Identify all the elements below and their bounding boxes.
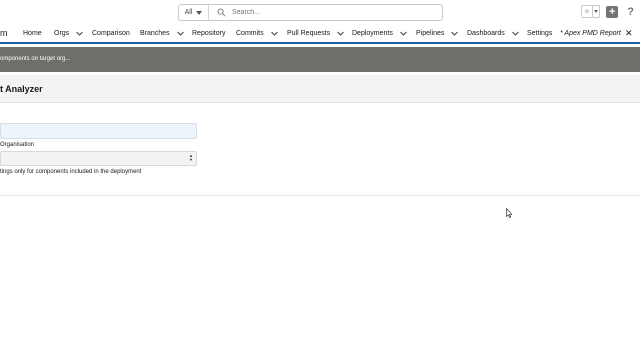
nav-item-repository[interactable]: Repository bbox=[192, 30, 225, 37]
nav-item-pull-requests[interactable]: Pull Requests bbox=[287, 30, 345, 37]
nav-item-comparison[interactable]: Comparison bbox=[92, 30, 130, 37]
search-icon bbox=[217, 8, 226, 17]
nav-item-commits[interactable]: Commits bbox=[236, 30, 278, 37]
chevron-down-icon[interactable] bbox=[270, 31, 278, 36]
app-navigation: m Home Orgs Comparison Branches Reposito… bbox=[0, 24, 640, 44]
chevron-down-icon[interactable] bbox=[511, 31, 519, 36]
nav-item-label: Pull Requests bbox=[287, 30, 331, 37]
nav-item-label: Comparison bbox=[92, 30, 130, 37]
nav-item-dashboards[interactable]: Dashboards bbox=[467, 30, 519, 37]
nav-item-label: Home bbox=[23, 30, 42, 37]
page-header: t Analyzer bbox=[0, 75, 640, 103]
global-actions-plus-icon[interactable]: + bbox=[606, 5, 619, 18]
chevron-down-icon[interactable] bbox=[176, 31, 184, 36]
banner-text: omponents on target org... bbox=[0, 56, 71, 62]
select-arrows-icon: ▲ ▼ bbox=[189, 153, 193, 162]
nav-item-label: Deployments bbox=[352, 30, 393, 37]
tab-apex-pmd-report[interactable]: * Apex PMD Report bbox=[560, 30, 621, 37]
nav-item-label: Repository bbox=[192, 30, 226, 37]
global-search: All bbox=[178, 4, 443, 21]
components-hint-text: tings only for components included in th… bbox=[0, 169, 142, 175]
chevron-down-icon[interactable] bbox=[451, 31, 459, 36]
nav-item-deployments[interactable]: Deployments bbox=[352, 30, 407, 37]
favorites-dropdown[interactable] bbox=[591, 6, 600, 17]
chevron-down-icon[interactable] bbox=[76, 31, 84, 36]
analyzer-form: Organisation ▲ ▼ tings only for component… bbox=[0, 104, 640, 196]
nav-item-label: Orgs bbox=[54, 30, 70, 37]
status-banner: omponents on target org... bbox=[0, 47, 640, 72]
global-header: All ★ + ? bbox=[0, 0, 640, 24]
nav-item-label: Commits bbox=[236, 30, 264, 37]
nav-item-pipelines[interactable]: Pipelines bbox=[416, 30, 459, 37]
chevron-down-icon[interactable] bbox=[337, 31, 345, 36]
search-input[interactable] bbox=[232, 9, 432, 16]
page-title: t Analyzer bbox=[0, 84, 43, 94]
header-actions: ★ + ? bbox=[581, 5, 634, 18]
organisation-select[interactable]: ▲ ▼ bbox=[0, 151, 197, 166]
chevron-down-icon bbox=[593, 10, 598, 13]
chevron-down-icon[interactable] bbox=[400, 31, 407, 36]
nav-item-label: Pipelines bbox=[416, 30, 445, 37]
search-scope-dropdown[interactable]: All bbox=[179, 5, 209, 20]
nav-item-label: Dashboards bbox=[467, 30, 505, 37]
help-icon[interactable]: ? bbox=[627, 6, 634, 18]
nav-item-orgs[interactable]: Orgs bbox=[54, 30, 84, 37]
nav-item-home[interactable]: Home bbox=[23, 30, 42, 37]
nav-item-branches[interactable]: Branches bbox=[140, 30, 184, 37]
star-icon: ★ bbox=[583, 7, 591, 16]
app-name: m bbox=[0, 28, 8, 38]
nav-item-label: Branches bbox=[140, 30, 170, 37]
close-icon[interactable]: ✕ bbox=[625, 28, 633, 39]
search-scope-label: All bbox=[184, 9, 193, 16]
nav-item-settings[interactable]: Settings bbox=[527, 30, 552, 37]
nav-item-label: Settings bbox=[527, 30, 553, 37]
text-input-field[interactable] bbox=[0, 123, 197, 139]
organisation-label: Organisation bbox=[0, 142, 35, 148]
mouse-cursor-icon bbox=[506, 208, 512, 218]
chevron-down-icon bbox=[196, 10, 203, 15]
favorites-button[interactable]: ★ bbox=[581, 5, 601, 18]
